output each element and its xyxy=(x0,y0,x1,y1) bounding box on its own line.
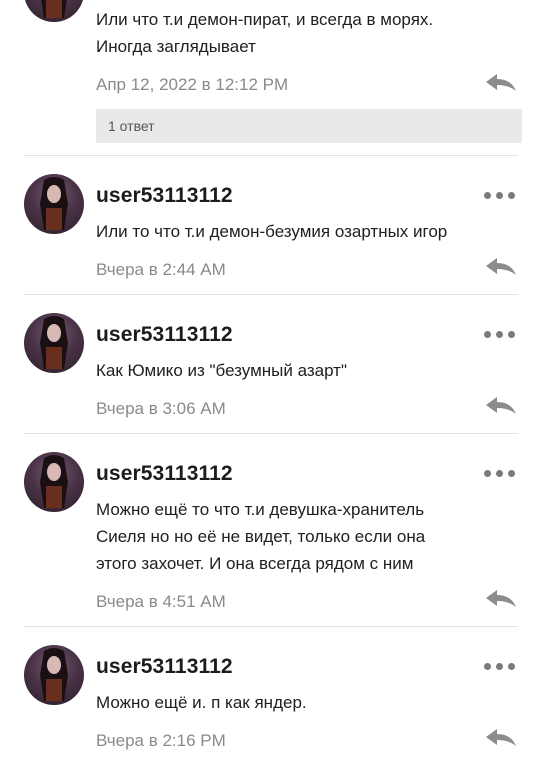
more-horizontal-icon xyxy=(496,470,503,477)
more-options-button[interactable] xyxy=(482,188,518,204)
comment-text-line: Иногда заглядывает xyxy=(96,37,256,56)
more-horizontal-icon xyxy=(496,192,503,199)
comment-item: user53113112 Или то что т.и демон-безуми… xyxy=(0,156,540,294)
comment-username[interactable]: user53113112 xyxy=(96,655,233,679)
comment-text-line: Или что т.и демон-пират, и всегда в моря… xyxy=(96,10,434,29)
more-horizontal-icon xyxy=(484,663,491,670)
comment-text: Или то что т.и демон-безумия озартных иг… xyxy=(96,218,526,245)
comment-text: Как Юмико из "безумный азарт" xyxy=(96,357,526,384)
user-avatar-icon xyxy=(40,648,68,701)
reply-arrow-icon[interactable] xyxy=(484,727,518,749)
avatar[interactable] xyxy=(24,313,84,373)
avatar[interactable] xyxy=(24,645,84,705)
user-avatar-icon xyxy=(40,316,68,369)
more-horizontal-icon xyxy=(496,663,503,670)
comment-text: Или что т.и демон-пират, и всегда в моря… xyxy=(96,6,526,60)
more-horizontal-icon xyxy=(484,331,491,338)
comment-timestamp: Вчера в 4:51 AM xyxy=(96,592,226,611)
reply-arrow-icon[interactable] xyxy=(484,256,518,278)
comment-text-line: Или то что т.и демон-безумия озартных иг… xyxy=(96,222,448,241)
comment-timestamp: Апр 12, 2022 в 12:12 PM xyxy=(96,75,289,94)
reply-arrow-icon[interactable] xyxy=(484,588,518,610)
comment-item: user53113112 Можно ещё и. п как яндер. В… xyxy=(0,627,540,758)
comment-text: Можно ещё и. п как яндер. xyxy=(96,689,526,716)
avatar[interactable] xyxy=(24,452,84,512)
comment-timestamp: Вчера в 2:16 PM xyxy=(96,731,226,750)
more-horizontal-icon xyxy=(508,331,515,338)
comment-username[interactable]: user53113112 xyxy=(96,462,233,486)
comment-text-line: Можно ещё и. п как яндер. xyxy=(96,693,307,712)
comment-text: Можно ещё то что т.и девушка-хранитель С… xyxy=(96,496,526,577)
comment-text-line: Сиеля но но её не видет, только если она xyxy=(96,527,426,546)
more-horizontal-icon xyxy=(484,192,491,199)
user-avatar-icon xyxy=(41,0,67,18)
comment-text-line: этого захочет. И она всегда рядом с ним xyxy=(96,554,414,573)
avatar[interactable] xyxy=(24,0,84,22)
comment-item-first: Или что т.и демон-пират, и всегда в моря… xyxy=(0,0,540,155)
comment-item: user53113112 Как Юмико из "безумный азар… xyxy=(0,295,540,433)
replies-count-label: 1 ответ xyxy=(108,118,155,134)
more-horizontal-icon xyxy=(496,331,503,338)
more-options-button[interactable] xyxy=(482,327,518,343)
reply-arrow-icon[interactable] xyxy=(484,72,518,94)
comment-timestamp: Вчера в 2:44 AM xyxy=(96,260,226,279)
more-horizontal-icon xyxy=(508,470,515,477)
user-avatar-icon xyxy=(40,455,68,508)
more-horizontal-icon xyxy=(508,192,515,199)
more-horizontal-icon xyxy=(484,470,491,477)
more-horizontal-icon xyxy=(508,663,515,670)
comment-text-line: Можно ещё то что т.и девушка-хранитель xyxy=(96,500,425,519)
more-options-button[interactable] xyxy=(482,466,518,482)
comment-timestamp: Вчера в 3:06 AM xyxy=(96,399,226,418)
avatar[interactable] xyxy=(24,174,84,234)
comment-username[interactable]: user53113112 xyxy=(96,323,233,347)
reply-arrow-icon[interactable] xyxy=(484,395,518,417)
view-replies-button[interactable]: 1 ответ xyxy=(96,109,522,143)
comment-text-line: Как Юмико из "безумный азарт" xyxy=(96,361,348,380)
user-avatar-icon xyxy=(40,177,68,230)
more-options-button[interactable] xyxy=(482,659,518,675)
comment-item: user53113112 Можно ещё то что т.и девушк… xyxy=(0,434,540,626)
comment-username[interactable]: user53113112 xyxy=(96,184,233,208)
